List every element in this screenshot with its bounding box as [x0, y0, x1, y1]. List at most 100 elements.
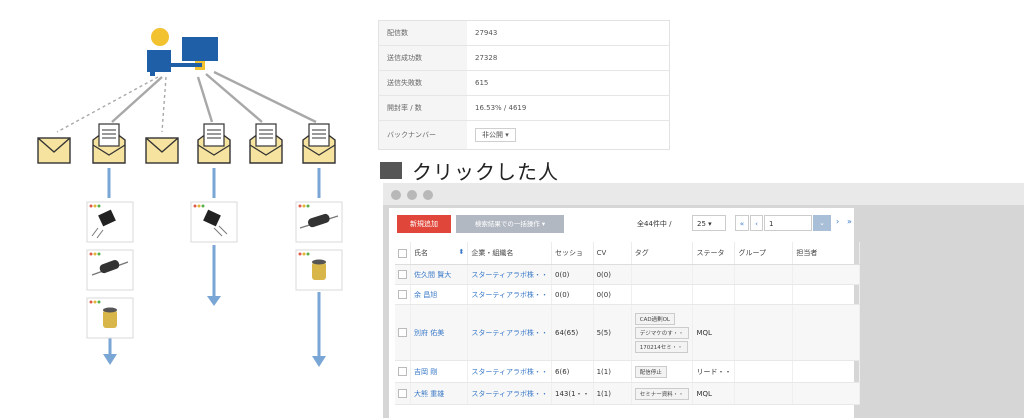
row-checkbox[interactable]: [398, 328, 407, 337]
contact-name-link[interactable]: 別府 佑美: [410, 304, 469, 361]
table-row[interactable]: 佐久間 賢大 スターティアラボ株・・ 0(0) 0(0): [395, 264, 860, 285]
stats-label: 開封率 / 数: [378, 95, 467, 121]
last-page-button[interactable]: »: [847, 217, 852, 226]
window-dot-icon[interactable]: [423, 190, 433, 200]
tag-cell: 配信停止: [631, 360, 694, 383]
backnumber-select[interactable]: 非公開 ▾: [475, 128, 516, 142]
stats-row: 送信成功数 27328: [378, 45, 670, 71]
stats-value: 615: [467, 70, 670, 96]
status-cell: MQL: [692, 382, 736, 405]
tag-badge[interactable]: セミナー資料・・: [634, 387, 689, 400]
row-checkbox[interactable]: [398, 270, 407, 279]
stats-label: 送信失敗数: [378, 70, 467, 96]
cv-count: 5(5): [593, 304, 632, 361]
company-link[interactable]: スターティアラボ株・・: [467, 264, 553, 285]
tag-badge[interactable]: デジマケのす・・: [634, 326, 689, 339]
company-link[interactable]: スターティアラボ株・・: [467, 360, 553, 383]
tag-badge[interactable]: CAD過剰OL: [634, 312, 675, 325]
col-owner-header[interactable]: 担当者: [792, 242, 860, 265]
stats-row: 開封率 / 数 16.53% / 4619: [378, 95, 670, 121]
col-cv-header[interactable]: CV: [593, 242, 632, 265]
page-go-button[interactable]: ⌄: [813, 215, 831, 231]
cv-count: 1(1): [593, 360, 632, 383]
table-row[interactable]: 別府 佑美 スターティアラボ株・・ 64(65) 5(5) CAD過剰OL デジ…: [395, 304, 860, 361]
new-button[interactable]: 新規追加: [397, 215, 451, 233]
stats-label: バックナンバー: [378, 120, 467, 150]
open-envelope-icon: [249, 123, 283, 164]
window-dot-icon[interactable]: [407, 190, 417, 200]
product-page-resistor: [295, 201, 343, 243]
col-company-header[interactable]: 企業・組織名: [467, 242, 553, 265]
session-count: 0(0): [551, 264, 594, 285]
total-count: 全44件中 /: [637, 220, 672, 228]
contacts-panel: 新規追加 検索結果での一括操作 ▾ 全44件中 / 25 ▾ « ‹ 1 ⌄ ›…: [389, 208, 860, 418]
click-path-lines: [103, 168, 326, 367]
contacts-table: 氏名 ⬍ 企業・組織名 セッショ CV タグ ステータ グループ 担当者 佐久間…: [395, 242, 860, 405]
delivery-stats-table: 配信数 27943 送信成功数 27328 送信失敗数 615 開封率 / 数 16.5…: [378, 20, 670, 150]
envelope-icon: [37, 137, 71, 164]
app-window: 新規追加 検索結果での一括操作 ▾ 全44件中 / 25 ▾ « ‹ 1 ⌄ ›…: [383, 183, 1024, 418]
contact-name-link[interactable]: 吉岡 剛: [410, 360, 469, 383]
stats-value: 27328: [467, 45, 670, 71]
bulk-action-button[interactable]: 検索結果での一括操作 ▾: [456, 215, 564, 233]
row-checkbox[interactable]: [398, 389, 407, 398]
session-count: 143(1・・: [551, 382, 594, 405]
heading-square-icon: [380, 161, 402, 179]
status-cell: [692, 264, 736, 285]
product-page-transistor: [190, 201, 238, 243]
col-tag-header[interactable]: タグ: [631, 242, 694, 265]
stats-value: 16.53% / 4619: [467, 95, 670, 121]
person-at-computer-icon: [147, 28, 218, 76]
page-input[interactable]: 1: [764, 215, 812, 231]
contact-name-link[interactable]: 佐久間 賢大: [410, 264, 469, 285]
col-session-header[interactable]: セッショ: [551, 242, 594, 265]
tag-cell: CAD過剰OL デジマケのす・・ 170214セミ・・: [631, 304, 694, 361]
table-row[interactable]: 大熊 重雄 スターティアラボ株・・ 143(1・・ 1(1) セミナー資料・・ …: [395, 382, 860, 405]
stats-row: バックナンバー 非公開 ▾: [378, 120, 670, 150]
contact-name-link[interactable]: 大熊 重雄: [410, 382, 469, 405]
product-page-capacitor: [295, 249, 343, 291]
row-checkbox[interactable]: [398, 290, 407, 299]
window-dot-icon[interactable]: [391, 190, 401, 200]
per-page-select[interactable]: 25 ▾: [692, 215, 726, 231]
company-link[interactable]: スターティアラボ株・・: [467, 304, 553, 361]
company-link[interactable]: スターティアラボ株・・: [467, 284, 553, 305]
stats-value: 27943: [467, 20, 670, 46]
session-count: 0(0): [551, 284, 594, 305]
row-checkbox[interactable]: [398, 367, 407, 376]
section-heading: クリックした人: [380, 159, 559, 184]
stats-row: 配信数 27943: [378, 20, 670, 46]
col-group-header[interactable]: グループ: [734, 242, 794, 265]
tag-badge[interactable]: 170214セミ・・: [634, 340, 688, 353]
table-header: 氏名 ⬍ 企業・組織名 セッショ CV タグ ステータ グループ 担当者: [395, 242, 860, 265]
tag-cell: セミナー資料・・: [631, 382, 694, 405]
next-page-button[interactable]: ›: [836, 217, 839, 226]
open-envelope-icon: [92, 123, 126, 164]
contact-name-link[interactable]: 余 昌旭: [410, 284, 469, 305]
sort-icon[interactable]: ⬍: [459, 248, 465, 256]
session-count: 6(6): [551, 360, 594, 383]
table-row[interactable]: 吉岡 剛 スターティアラボ株・・ 6(6) 1(1) 配信停止 リード・・: [395, 360, 860, 383]
col-status-header[interactable]: ステータ: [692, 242, 736, 265]
status-cell: [692, 284, 736, 305]
first-page-button[interactable]: «: [735, 215, 749, 231]
select-all-checkbox[interactable]: [398, 248, 407, 258]
window-titlebar: [383, 183, 1024, 205]
col-name-header[interactable]: 氏名 ⬍: [410, 242, 469, 265]
cv-count: 0(0): [593, 264, 632, 285]
cv-count: 0(0): [593, 284, 632, 305]
status-cell: リード・・: [692, 360, 736, 383]
status-cell: MQL: [692, 304, 736, 361]
delivery-lines: [56, 70, 317, 133]
table-row[interactable]: 余 昌旭 スターティアラボ株・・ 0(0) 0(0): [395, 284, 860, 305]
open-envelope-icon: [197, 123, 231, 164]
envelope-icon: [145, 137, 179, 164]
product-page-capacitor: [86, 297, 134, 339]
stats-label: 配信数: [378, 20, 467, 46]
stats-label: 送信成功数: [378, 45, 467, 71]
prev-page-button[interactable]: ‹: [750, 215, 763, 231]
session-count: 64(65): [551, 304, 594, 361]
open-envelope-icon: [302, 123, 336, 164]
tag-badge[interactable]: 配信停止: [634, 365, 667, 378]
company-link[interactable]: スターティアラボ株・・: [467, 382, 553, 405]
